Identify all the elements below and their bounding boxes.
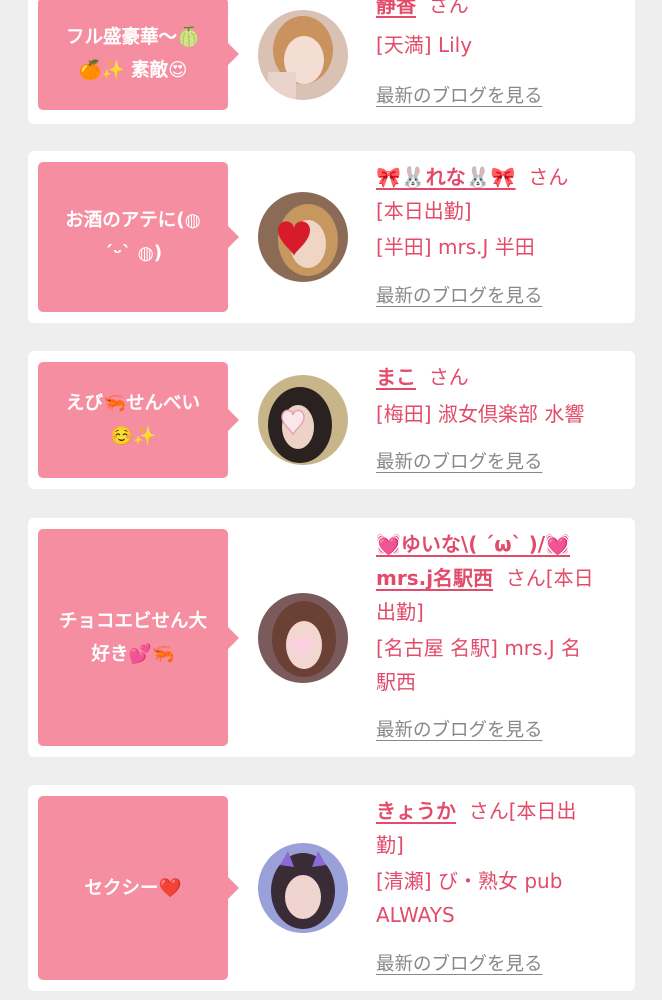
girl-info: きょうか さん[本日出 勤] [清瀬] び・熟女 pub ALWAYS	[376, 794, 626, 932]
girl-info: まこ さん [梅田] 淑女倶楽部 水響	[376, 360, 626, 431]
comment-line: セクシー❤️	[84, 877, 182, 899]
name-suffix: 出勤]	[376, 600, 424, 624]
latest-blog-link[interactable]: 最新のブログを見る	[376, 282, 543, 308]
avatar[interactable]	[258, 192, 348, 282]
comment-bubble: えび🦐せんべい ☺️✨	[38, 362, 239, 478]
shop-name: [半田] mrs.J 半田	[376, 235, 535, 259]
comment-line: チョコエビせん大	[58, 610, 207, 632]
shop-name: [名古屋 名駅] mrs.J 名	[376, 636, 582, 660]
review-card: チョコエビせん大 好き💕🦐 💓ゆいな\( ´ω` )/💓 mrs.j名駅西 さん…	[28, 518, 635, 757]
girl-info: 🎀🐰れな🐰🎀 さん [本日出勤] [半田] mrs.J 半田	[376, 160, 626, 264]
shop-name: ALWAYS	[376, 903, 455, 927]
comment-line: えび🦐せんべい	[65, 393, 201, 414]
latest-blog-link[interactable]: 最新のブログを見る	[376, 82, 543, 108]
comment-line: 🍊✨ 素敵😍	[78, 60, 188, 81]
avatar[interactable]	[258, 843, 348, 933]
review-card: えび🦐せんべい ☺️✨ まこ さん [梅田] 淑女倶楽部 水響 最新のブログを見…	[28, 351, 635, 489]
girl-info: 静香 さん [天満] Lily	[376, 0, 626, 62]
review-card: フル盛豪華〜🍈 🍊✨ 素敵😍 静香 さん [天満] Lily 最新のブログを見る	[28, 0, 635, 124]
latest-blog-link[interactable]: 最新のブログを見る	[376, 448, 543, 474]
work-status: [本日出勤]	[376, 199, 472, 223]
comment-line: ´ᵕ` ◍)	[103, 243, 163, 264]
girl-name-link[interactable]: きょうか	[376, 799, 456, 823]
comment-line: フル盛豪華〜🍈	[65, 27, 201, 48]
name-suffix: さん	[528, 165, 569, 189]
avatar[interactable]	[258, 593, 348, 683]
review-card: お酒のアテに(◍ ´ᵕ` ◍) 🎀🐰れな🐰🎀 さん [本日出勤] [半田] mr…	[28, 151, 635, 323]
comment-line: 好き💕🦐	[91, 643, 175, 665]
shop-name: [清瀬] び・熟女 pub	[376, 869, 563, 893]
avatar-photo-icon	[258, 843, 348, 933]
shop-name: 駅西	[376, 670, 416, 694]
avatar-photo-icon	[258, 375, 348, 465]
shop-name: [天満] Lily	[376, 33, 473, 57]
name-suffix: さん	[428, 0, 469, 17]
avatar[interactable]	[258, 375, 348, 465]
comment-bubble: チョコエビせん大 好き💕🦐	[38, 529, 239, 746]
girl-name-link[interactable]: 💓ゆいな\( ´ω` )/💓	[376, 532, 570, 556]
girl-name-link[interactable]: まこ	[376, 365, 416, 389]
comment-text: フル盛豪華〜🍈 🍊✨ 素敵😍	[66, 21, 200, 87]
latest-blog-link[interactable]: 最新のブログを見る	[376, 716, 543, 742]
shop-name: [梅田] 淑女倶楽部 水響	[376, 402, 585, 426]
girl-name-link[interactable]: 静香	[376, 0, 416, 17]
avatar-photo-icon	[258, 192, 348, 282]
avatar-photo-icon	[258, 593, 348, 683]
comment-text: えび🦐せんべい ☺️✨	[66, 387, 200, 453]
girl-info: 💓ゆいな\( ´ω` )/💓 mrs.j名駅西 さん[本日 出勤] [名古屋 名…	[376, 527, 626, 699]
comment-bubble: フル盛豪華〜🍈 🍊✨ 素敵😍	[38, 0, 239, 110]
name-suffix: 勤]	[376, 833, 404, 857]
latest-blog-link[interactable]: 最新のブログを見る	[376, 950, 543, 976]
avatar-photo-icon	[258, 10, 348, 100]
review-card: セクシー❤️ きょうか さん[本日出 勤] [清瀬] び・熟女 pub ALWA…	[28, 785, 635, 991]
comment-text: セクシー❤️	[84, 872, 181, 905]
comment-bubble: お酒のアテに(◍ ´ᵕ` ◍)	[38, 162, 239, 312]
girl-name-link[interactable]: 🎀🐰れな🐰🎀	[376, 165, 516, 189]
name-suffix: さん[本日	[505, 566, 594, 590]
comment-bubble: セクシー❤️	[38, 796, 239, 980]
avatar[interactable]	[258, 10, 348, 100]
name-suffix: さん[本日出	[468, 799, 577, 823]
name-suffix: さん	[428, 365, 469, 389]
comment-text: チョコエビせん大 好き💕🦐	[59, 605, 207, 671]
comment-text: お酒のアテに(◍ ´ᵕ` ◍)	[65, 204, 201, 270]
girl-name-link[interactable]: mrs.j名駅西	[376, 566, 493, 590]
comment-line: ☺️✨	[109, 426, 157, 447]
comment-line: お酒のアテに(◍	[65, 210, 201, 231]
